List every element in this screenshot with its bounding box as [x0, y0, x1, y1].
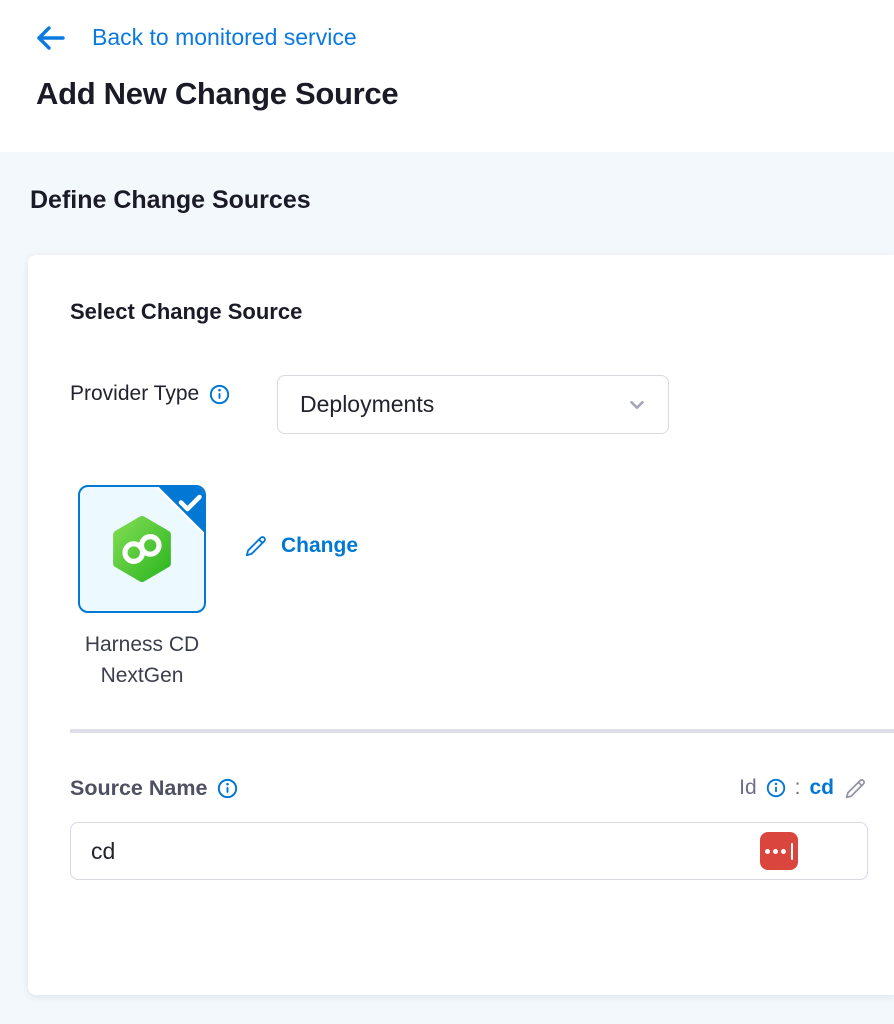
identifier-group: Id : cd [739, 776, 868, 801]
lastpass-bar [791, 843, 794, 860]
id-label: Id [739, 776, 757, 800]
edit-pencil-icon[interactable] [843, 776, 868, 801]
provider-tile-caption-line2: NextGen [42, 660, 242, 691]
provider-tile-caption-line1: Harness CD [42, 629, 242, 660]
info-icon[interactable] [217, 778, 238, 799]
back-link-label: Back to monitored service [92, 24, 357, 51]
lastpass-dot [773, 849, 778, 854]
source-name-label-group: Source Name [70, 776, 238, 801]
info-icon[interactable] [766, 778, 786, 798]
section-divider [70, 729, 894, 733]
page-title: Add New Change Source [36, 76, 398, 112]
source-name-label: Source Name [70, 776, 207, 801]
info-icon[interactable] [209, 384, 230, 405]
lastpass-dot [781, 849, 786, 854]
id-separator: : [795, 776, 801, 800]
provider-type-dropdown[interactable]: Deployments [277, 375, 669, 434]
card-subtitle: Select Change Source [70, 299, 302, 325]
checkmark-icon [155, 486, 205, 541]
source-name-input-wrap [70, 822, 868, 880]
chevron-down-icon [626, 394, 648, 416]
edit-pencil-icon [243, 533, 269, 559]
provider-type-label: Provider Type [70, 382, 199, 406]
change-provider-link[interactable]: Change [243, 533, 358, 559]
lastpass-field-icon[interactable] [760, 832, 798, 870]
lastpass-dot [765, 849, 770, 854]
define-change-source-card: Select Change Source Provider Type Deplo… [28, 255, 894, 995]
provider-type-label-row: Provider Type [70, 382, 230, 406]
back-arrow-icon [36, 25, 66, 51]
id-value: cd [809, 776, 834, 800]
section-title: Define Change Sources [30, 186, 311, 215]
add-change-source-page: Back to monitored service Add New Change… [0, 0, 894, 1024]
provider-type-dropdown-value: Deployments [300, 391, 434, 418]
source-name-input[interactable] [70, 822, 868, 880]
page-header: Back to monitored service Add New Change… [0, 0, 894, 152]
provider-tile-caption: Harness CD NextGen [42, 629, 242, 691]
provider-tile-harness-cd-nextgen[interactable] [78, 485, 206, 613]
change-link-label: Change [281, 534, 358, 558]
source-name-row: Source Name Id [70, 773, 868, 803]
back-link[interactable]: Back to monitored service [36, 24, 357, 51]
